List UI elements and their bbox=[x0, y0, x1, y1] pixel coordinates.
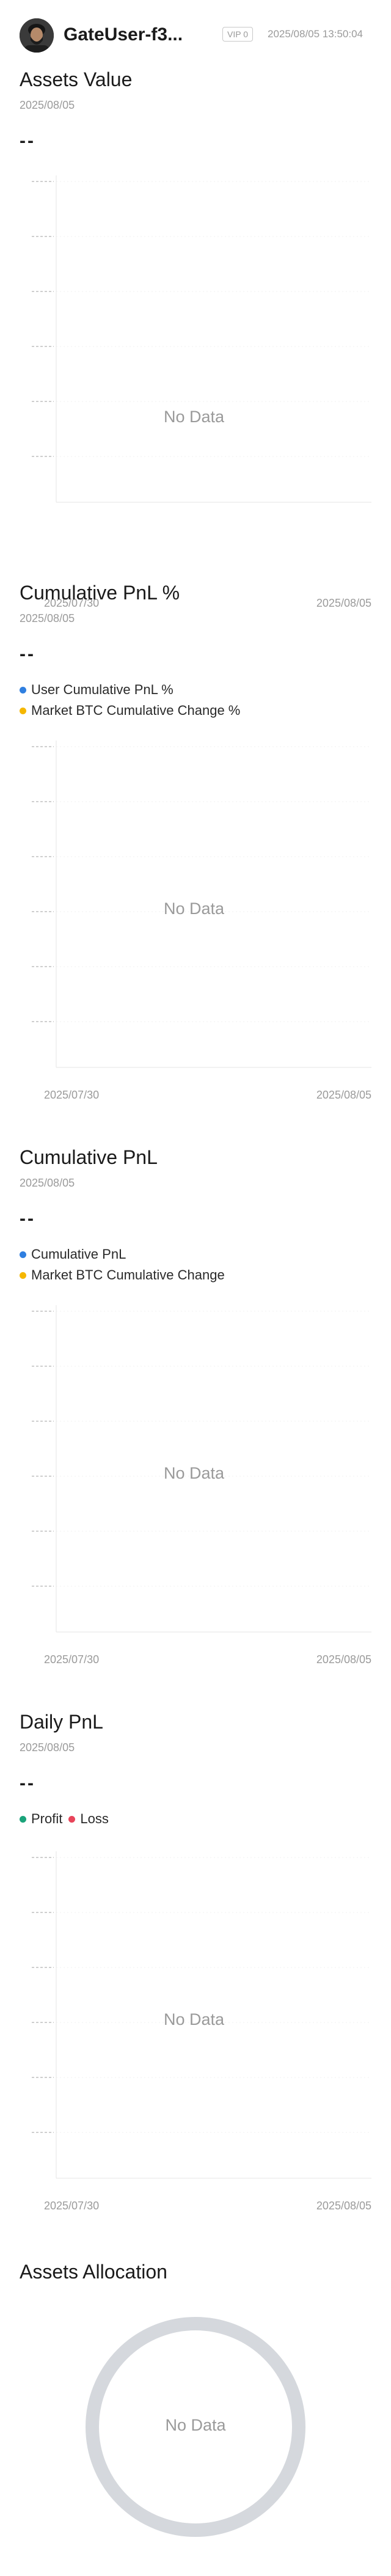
section-title: Daily PnL bbox=[20, 1711, 103, 1733]
legend-label: User Cumulative PnL % bbox=[31, 682, 174, 697]
legend-dot-green bbox=[20, 1815, 26, 1823]
legend-item-loss[interactable]: Loss bbox=[68, 1811, 109, 1827]
legend-item[interactable]: Market BTC Cumulative Change % bbox=[20, 703, 240, 719]
no-data-label: No Data bbox=[164, 899, 225, 918]
legend-dot-blue bbox=[20, 686, 26, 693]
legend-item-profit[interactable]: Profit bbox=[20, 1811, 62, 1827]
legend-label: Market BTC Cumulative Change bbox=[31, 1267, 225, 1283]
legend-label: Profit bbox=[31, 1811, 63, 1826]
cumulative-pnl-chart[interactable]: No Data 2025/07/30 2025/08/05 bbox=[20, 1299, 371, 1666]
section-date: 2025/08/05 bbox=[20, 99, 75, 111]
username[interactable]: GateUser-f3... bbox=[64, 24, 183, 45]
legend-label: Loss bbox=[80, 1811, 109, 1826]
assets-value-section: Assets Value 2025/08/05 -- No Data 2025/… bbox=[20, 68, 371, 609]
legend-dot-blue bbox=[20, 1251, 26, 1258]
legend-dot-yellow bbox=[20, 707, 26, 714]
x-axis-end-label: 2025/08/05 bbox=[316, 2200, 371, 2212]
section-title: Cumulative PnL % bbox=[20, 582, 180, 604]
section-value: -- bbox=[20, 644, 35, 664]
cumulative-pnl-pct-section: Cumulative PnL % 2025/08/05 -- User Cumu… bbox=[20, 582, 371, 1119]
no-data-label: No Data bbox=[165, 2416, 226, 2434]
section-title: Assets Value bbox=[20, 68, 133, 90]
assets-allocation-section: Assets Allocation No Data bbox=[20, 2261, 371, 2566]
section-date: 2025/08/05 bbox=[20, 612, 75, 624]
no-data-label: No Data bbox=[164, 1464, 225, 1482]
chart-grid bbox=[32, 175, 371, 503]
cumulative-pnl-section: Cumulative PnL 2025/08/05 -- Cumulative … bbox=[20, 1146, 371, 1684]
section-title: Cumulative PnL bbox=[20, 1146, 158, 1168]
section-value: -- bbox=[20, 1209, 35, 1229]
profile-header: GateUser-f3... VIP 0 2025/08/05 13:50:04 bbox=[20, 17, 371, 56]
legend-item[interactable]: User Cumulative PnL % bbox=[20, 682, 174, 698]
avatar-image bbox=[20, 18, 54, 53]
section-title: Assets Allocation bbox=[20, 2261, 167, 2283]
daily-pnl-section: Daily PnL 2025/08/05 -- Profit Loss No D… bbox=[20, 1711, 371, 2230]
x-axis-start-label: 2025/07/30 bbox=[44, 1089, 100, 1101]
legend-label: Cumulative PnL bbox=[31, 1246, 126, 1262]
section-date: 2025/08/05 bbox=[20, 1177, 75, 1189]
x-axis-end-label: 2025/08/05 bbox=[316, 1653, 371, 1666]
legend-item[interactable]: Cumulative PnL bbox=[20, 1246, 126, 1262]
allocation-donut-chart[interactable]: No Data bbox=[86, 2317, 305, 2537]
no-data-label: No Data bbox=[164, 2010, 225, 2029]
legend-item[interactable]: Market BTC Cumulative Change bbox=[20, 1267, 225, 1283]
section-date: 2025/08/05 bbox=[20, 1741, 75, 1754]
x-axis-start-label: 2025/07/30 bbox=[44, 1653, 100, 1666]
section-value: -- bbox=[20, 1773, 35, 1793]
x-axis-end-label: 2025/08/05 bbox=[316, 1089, 371, 1101]
legend-dot-red bbox=[68, 1815, 76, 1823]
legend-dot-yellow bbox=[20, 1272, 26, 1279]
x-axis-start-label: 2025/07/30 bbox=[44, 2200, 100, 2212]
legend-row: Profit Loss bbox=[20, 1811, 109, 1827]
vip-badge: VIP 0 bbox=[222, 27, 253, 42]
assets-value-chart[interactable]: No Data 2025/07/30 2025/08/05 bbox=[20, 169, 371, 609]
daily-pnl-chart[interactable]: No Data 2025/07/30 2025/08/05 bbox=[20, 1845, 371, 2212]
timestamp: 2025/08/05 13:50:04 bbox=[268, 28, 363, 40]
legend-label: Market BTC Cumulative Change % bbox=[31, 703, 241, 718]
section-value: -- bbox=[20, 131, 35, 151]
no-data-label: No Data bbox=[164, 408, 225, 426]
cumulative-pnl-pct-chart[interactable]: No Data 2025/07/30 2025/08/05 bbox=[20, 734, 371, 1101]
avatar[interactable] bbox=[20, 18, 54, 53]
